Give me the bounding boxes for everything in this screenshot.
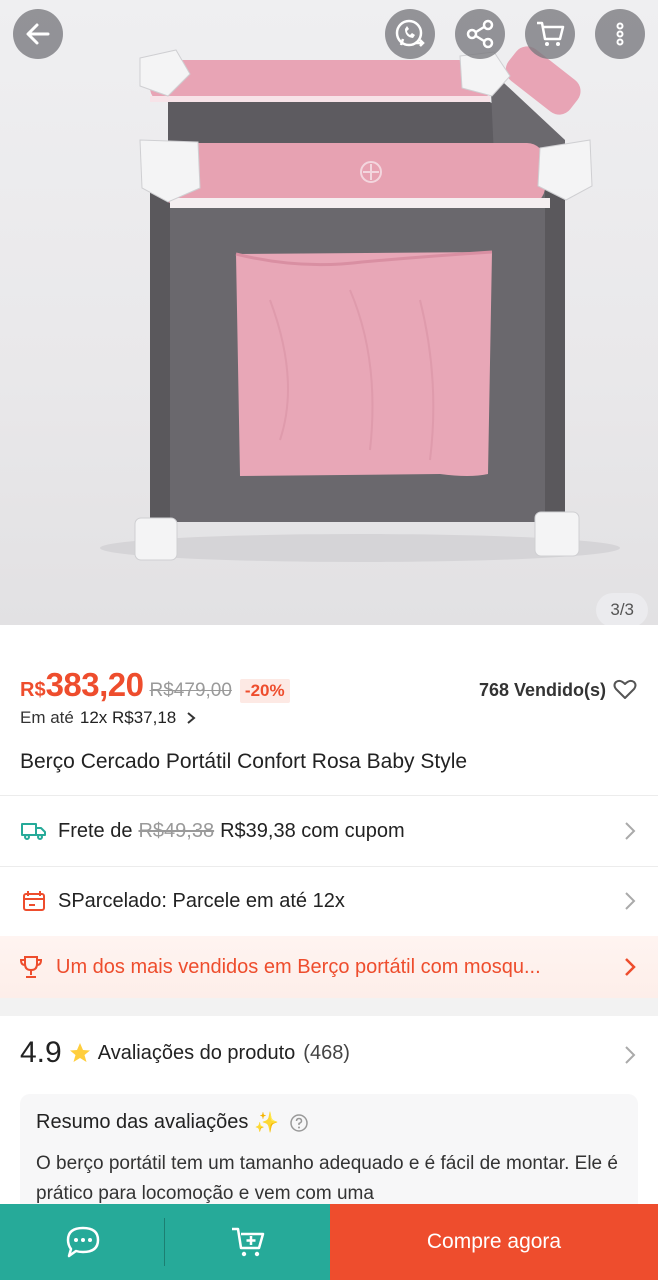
rating-score: 4.9	[20, 1036, 62, 1069]
share-icon	[466, 19, 494, 49]
reviews-label: Avaliações do produto	[97, 1041, 296, 1064]
installment-info[interactable]: Em até 12x R$37,18	[20, 708, 196, 728]
discount-badge: -20%	[239, 679, 290, 703]
whatsapp-button[interactable]	[385, 9, 435, 59]
chevron-right-icon	[625, 822, 636, 840]
trophy-icon	[20, 955, 42, 979]
reviews-header[interactable]: 4.9 Avaliações do produto (468)	[20, 1036, 350, 1070]
product-image	[100, 46, 620, 562]
summary-header: Resumo das avaliações ✨	[36, 1110, 622, 1135]
currency-symbol: R$	[20, 679, 46, 701]
heart-icon	[613, 679, 637, 699]
sold-count: 768 Vendido(s)	[478, 680, 606, 700]
shipping-new-price: R$39,38 com cupom	[220, 819, 405, 842]
chat-button[interactable]	[0, 1204, 165, 1280]
share-button[interactable]	[455, 9, 505, 59]
original-price: R$479,00	[149, 680, 232, 701]
summary-title: Resumo das avaliações	[36, 1111, 249, 1133]
cart-button[interactable]	[525, 9, 575, 59]
summary-text: O berço portátil tem um tamanho adequado…	[36, 1153, 618, 1204]
cart-icon	[537, 21, 565, 46]
whatsapp-icon	[395, 19, 425, 47]
more-button[interactable]	[595, 9, 645, 59]
more-icon	[616, 22, 624, 46]
truck-icon	[20, 817, 48, 845]
product-image-gallery[interactable]: 3/3	[0, 0, 658, 625]
help-icon[interactable]	[289, 1113, 309, 1133]
bottom-action-bar: Compre agora	[0, 1204, 658, 1280]
shipping-old-price: R$49,38	[138, 819, 215, 842]
favorite-button[interactable]	[612, 676, 638, 707]
back-button[interactable]	[13, 9, 63, 59]
chevron-right-icon	[187, 712, 196, 724]
chevron-right-icon[interactable]	[624, 1045, 636, 1065]
current-price: 383,20	[45, 666, 144, 703]
product-title: Berço Cercado Portátil Confort Rosa Baby…	[20, 750, 468, 773]
sparcelado-row[interactable]: SParcelado: Parcele em até 12x	[0, 866, 658, 936]
shipping-row[interactable]: Frete de R$49,38 R$39,38 com cupom	[0, 796, 658, 866]
sparcelado-text: SParcelado: Parcele em até 12x	[58, 889, 345, 912]
chevron-right-icon	[625, 958, 636, 976]
add-to-cart-button[interactable]	[165, 1204, 330, 1280]
reviews-count: (468)	[303, 1041, 350, 1064]
star-icon	[69, 1043, 90, 1062]
installment-prefix: Em até	[20, 708, 74, 727]
price-row: R$ 383,20 R$479,00 -20%	[20, 666, 290, 704]
bestseller-text: Um dos mais vendidos em Berço portátil c…	[56, 955, 541, 978]
bestseller-banner[interactable]: Um dos mais vendidos em Berço portátil c…	[0, 936, 658, 998]
back-arrow-icon	[26, 23, 50, 45]
bar-divider	[164, 1218, 165, 1266]
installment-card-icon	[20, 887, 48, 915]
installment-value: 12x R$37,18	[79, 708, 177, 727]
chat-icon	[66, 1226, 99, 1258]
add-cart-icon	[231, 1227, 264, 1257]
section-gap	[0, 998, 658, 1016]
sparkle-icon: ✨	[254, 1112, 280, 1134]
image-counter: 3/3	[596, 593, 648, 625]
buy-now-button[interactable]: Compre agora	[330, 1204, 658, 1280]
chevron-right-icon	[625, 892, 636, 910]
shipping-label: Frete de	[58, 819, 133, 842]
